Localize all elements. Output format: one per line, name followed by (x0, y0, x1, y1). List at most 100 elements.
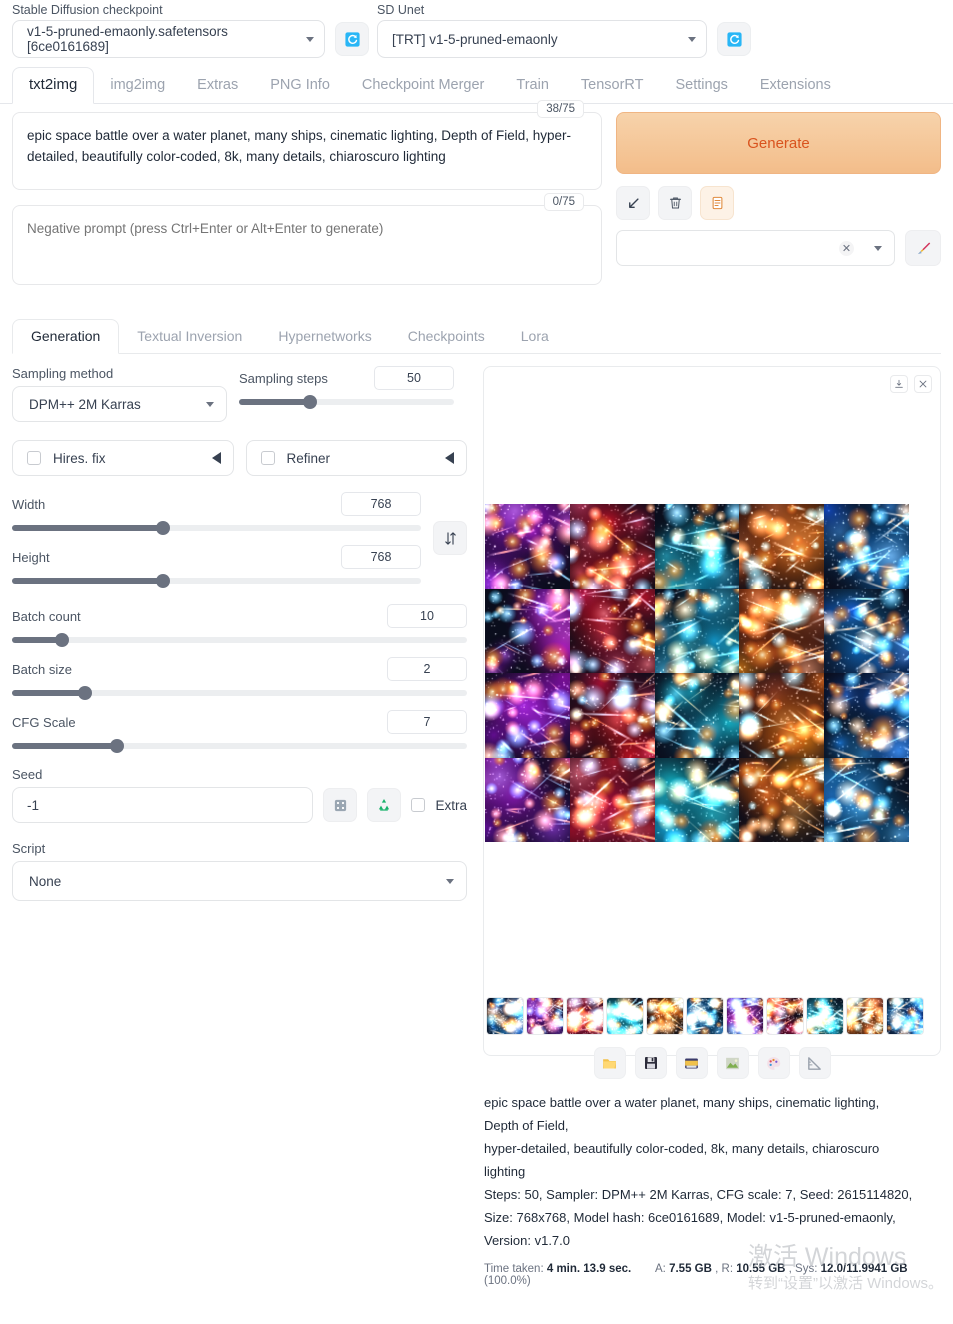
gallery-image[interactable] (654, 588, 740, 673)
clear-styles-icon[interactable]: ✕ (839, 240, 854, 256)
expand-hires-icon[interactable] (211, 452, 221, 464)
random-seed-button[interactable] (323, 788, 358, 822)
gallery-image[interactable] (824, 757, 909, 842)
apply-style-button[interactable] (700, 186, 734, 220)
hires-fix-card[interactable]: Hires. fix (12, 440, 234, 476)
generation-infotext[interactable]: epic space battle over a water planet, m… (484, 1091, 934, 1252)
refresh-unet-button[interactable] (717, 22, 751, 56)
swap-dimensions-button[interactable] (433, 521, 467, 555)
slider-thumb[interactable] (302, 395, 317, 409)
tab-train[interactable]: Train (500, 69, 565, 103)
gallery-thumbnail[interactable] (687, 998, 723, 1034)
sampling-method-select[interactable]: DPM++ 2M Karras (12, 386, 227, 422)
tab-txt2img[interactable]: txt2img (12, 67, 95, 104)
slider-thumb[interactable] (109, 739, 124, 753)
gallery-thumbnail[interactable] (647, 998, 683, 1034)
height-slider[interactable] (12, 574, 421, 588)
gallery-thumbnail[interactable] (727, 998, 763, 1034)
gallery-image[interactable] (824, 673, 909, 758)
tab-extensions[interactable]: Extensions (744, 69, 847, 103)
gallery-image[interactable] (739, 504, 825, 589)
gallery-image[interactable] (569, 757, 655, 842)
seed-input[interactable]: -1 (12, 787, 314, 823)
gallery-image[interactable] (485, 673, 570, 758)
slider-thumb[interactable] (156, 574, 171, 588)
width-slider[interactable] (12, 521, 421, 535)
gallery-thumbnail[interactable] (527, 998, 563, 1034)
gallery-image[interactable] (569, 504, 655, 589)
batch-count-value[interactable]: 10 (387, 604, 467, 628)
refiner-card[interactable]: Refiner (245, 440, 467, 476)
image-grid[interactable] (485, 504, 909, 842)
download-button[interactable] (890, 375, 908, 393)
reuse-seed-button[interactable] (367, 788, 402, 822)
send-to-img2img-button[interactable] (716, 1047, 749, 1079)
unet-select[interactable]: [TRT] v1-5-pruned-emaonly (377, 20, 707, 58)
refresh-checkpoint-button[interactable] (335, 22, 369, 56)
clear-prompt-button[interactable] (658, 186, 692, 220)
subtab-lora[interactable]: Lora (503, 320, 567, 353)
gallery-image[interactable] (654, 673, 740, 758)
sampling-steps-slider[interactable] (239, 395, 454, 409)
gallery-thumbnail[interactable] (767, 998, 803, 1034)
save-button[interactable] (634, 1047, 667, 1079)
positive-prompt-input[interactable] (12, 112, 602, 190)
refiner-checkbox[interactable] (260, 451, 275, 465)
gallery-image[interactable] (485, 588, 570, 673)
width-value[interactable]: 768 (341, 492, 421, 516)
tab-tensorrt[interactable]: TensorRT (565, 69, 660, 103)
edit-styles-button[interactable] (905, 230, 941, 266)
gallery-thumbnail[interactable] (887, 998, 923, 1034)
checkpoint-select[interactable]: v1-5-pruned-emaonly.safetensors [6ce0161… (12, 20, 325, 58)
gallery-image[interactable] (654, 757, 740, 842)
subtab-generation[interactable]: Generation (12, 319, 120, 354)
styles-select[interactable]: ✕ (616, 230, 895, 266)
send-to-extras-button[interactable] (757, 1047, 790, 1079)
batch-size-value[interactable]: 2 (387, 657, 467, 681)
cfg-scale-slider[interactable] (12, 739, 467, 753)
gallery-image[interactable] (569, 673, 655, 758)
script-select[interactable]: None (12, 861, 467, 901)
gallery-image[interactable] (569, 588, 655, 673)
slider-thumb[interactable] (55, 633, 70, 647)
negative-prompt-input[interactable] (12, 205, 602, 285)
extra-seed-checkbox[interactable] (411, 798, 426, 812)
batch-count-slider[interactable] (12, 633, 467, 647)
thumbnail-strip[interactable] (485, 995, 939, 1037)
gallery-image[interactable] (739, 673, 825, 758)
zip-button[interactable] (675, 1047, 708, 1079)
hires-fix-checkbox[interactable] (27, 451, 41, 465)
sampling-steps-value[interactable]: 50 (374, 366, 454, 390)
gallery-image[interactable] (824, 504, 909, 589)
gallery-image[interactable] (654, 504, 740, 589)
height-value[interactable]: 768 (341, 545, 421, 569)
subtab-textual-inversion[interactable]: Textual Inversion (119, 320, 260, 353)
gallery-thumbnail[interactable] (607, 998, 643, 1034)
tab-settings[interactable]: Settings (659, 69, 743, 103)
send-to-inpaint-button[interactable] (798, 1047, 831, 1079)
tab-checkpoint-merger[interactable]: Checkpoint Merger (346, 69, 501, 103)
restore-progress-button[interactable] (616, 186, 650, 220)
subtab-checkpoints[interactable]: Checkpoints (390, 320, 503, 353)
cfg-scale-value[interactable]: 7 (387, 710, 467, 734)
tab-png-info[interactable]: PNG Info (254, 69, 346, 103)
gallery-image[interactable] (485, 504, 570, 589)
tab-img2img[interactable]: img2img (94, 69, 181, 103)
gallery-image[interactable] (824, 588, 909, 673)
gallery-thumbnail[interactable] (487, 998, 523, 1034)
open-folder-button[interactable] (593, 1047, 626, 1079)
close-button[interactable] (914, 375, 932, 393)
tab-extras[interactable]: Extras (181, 69, 254, 103)
slider-thumb[interactable] (77, 686, 92, 700)
expand-refiner-icon[interactable] (445, 452, 454, 464)
subtab-hypernetworks[interactable]: Hypernetworks (260, 320, 389, 353)
gallery-image[interactable] (485, 757, 570, 842)
slider-thumb[interactable] (156, 521, 171, 535)
generate-button[interactable]: Generate (616, 112, 941, 174)
gallery-thumbnail[interactable] (807, 998, 843, 1034)
gallery-thumbnail[interactable] (567, 998, 603, 1034)
batch-size-slider[interactable] (12, 686, 467, 700)
gallery-image[interactable] (739, 757, 825, 842)
gallery-image[interactable] (739, 588, 825, 673)
gallery-thumbnail[interactable] (847, 998, 883, 1034)
